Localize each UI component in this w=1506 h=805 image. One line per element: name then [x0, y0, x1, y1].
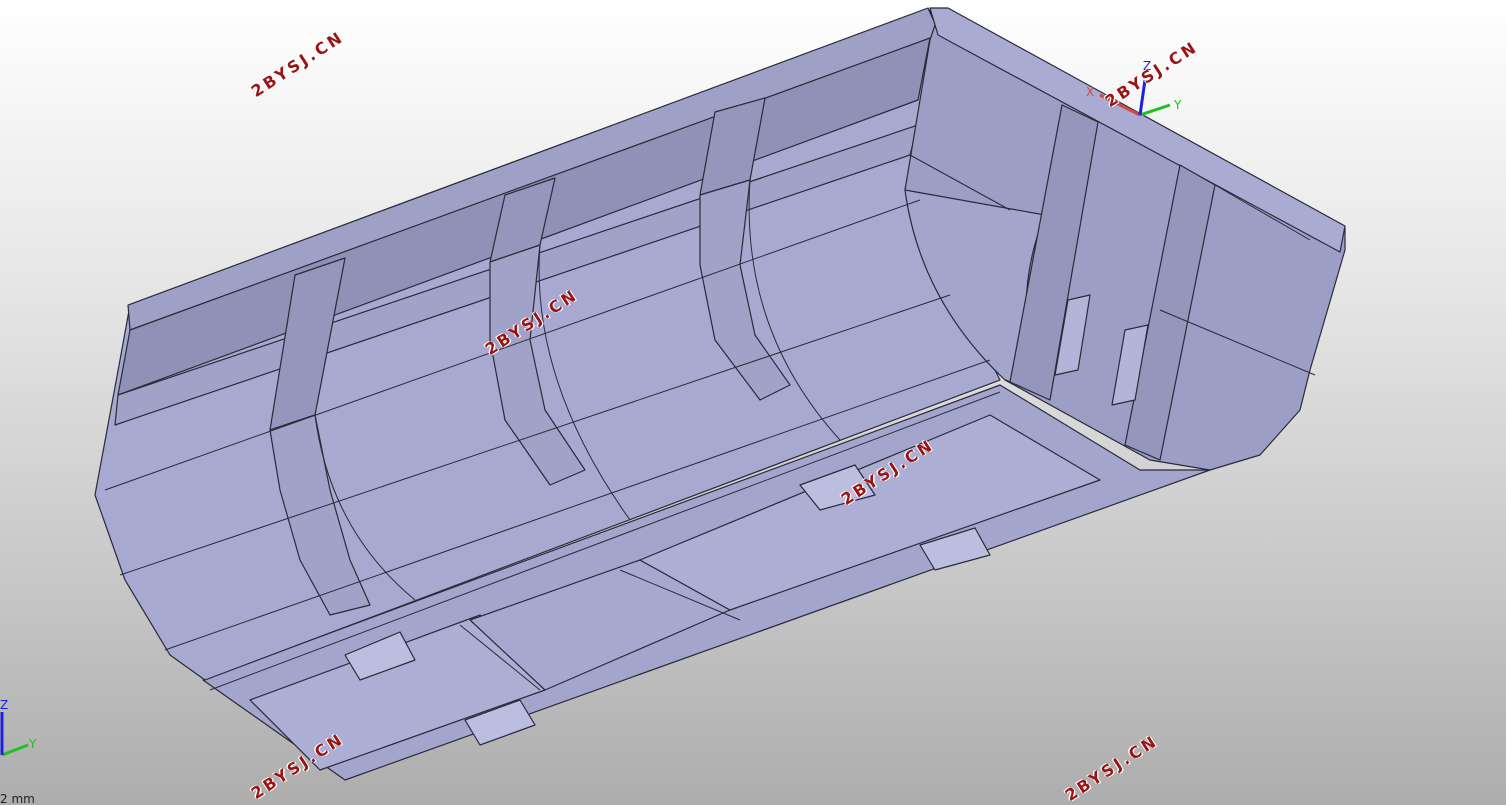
y-axis-icon [1, 743, 29, 757]
scale-label: 2 mm [0, 792, 35, 805]
triad-corner-y-label: Y [28, 737, 37, 751]
triad-top-y-label: Y [1173, 98, 1182, 112]
bucket-model[interactable]: X Y Z Y Z [0, 0, 1506, 805]
triad-corner-z-label: Z [0, 698, 8, 712]
3d-viewport[interactable]: X Y Z Y Z 2BYSJ.CN 2BYSJ.CN 2BYSJ.CN 2BY… [0, 0, 1506, 805]
triad-top-x-label: X [1086, 85, 1094, 99]
y-axis-icon [1139, 103, 1171, 117]
axis-triad-corner [0, 712, 29, 757]
